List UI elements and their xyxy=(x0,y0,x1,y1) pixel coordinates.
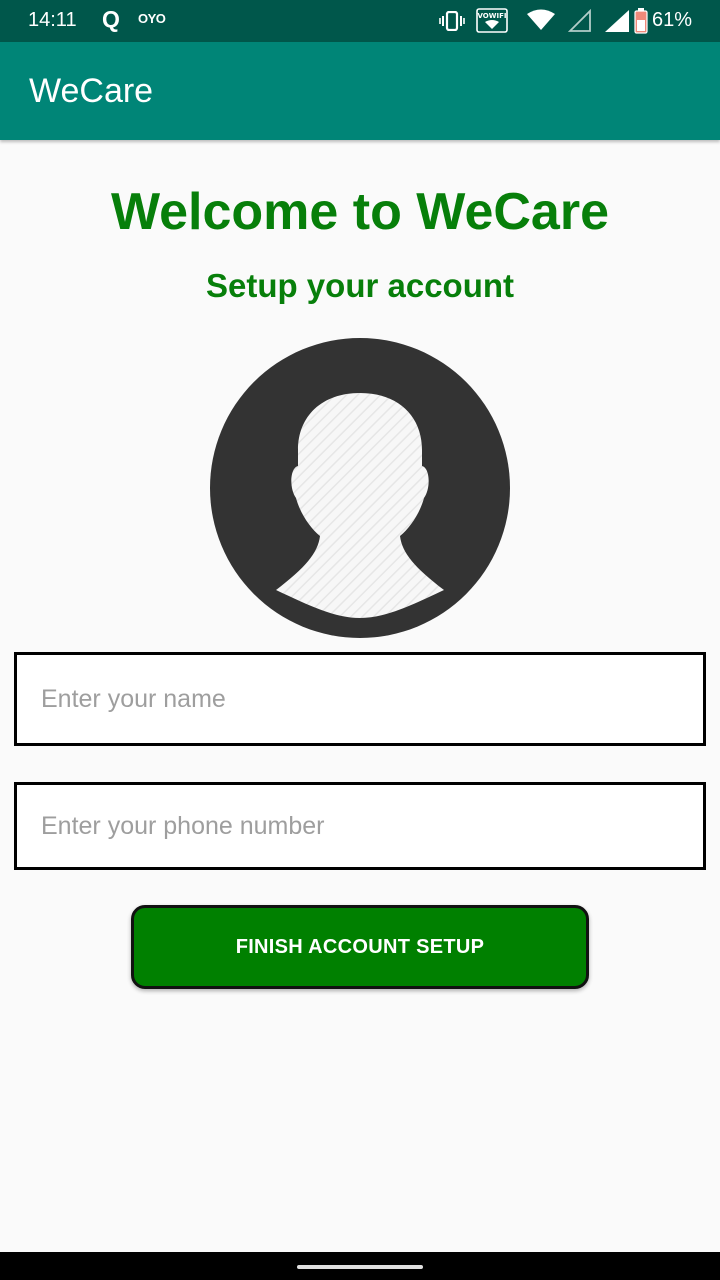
signal-empty-icon xyxy=(568,9,591,32)
oyo-icon: OYO xyxy=(138,11,166,26)
profile-placeholder-icon[interactable] xyxy=(210,338,510,638)
wifi-icon xyxy=(527,9,555,30)
home-gesture-handle[interactable] xyxy=(297,1265,423,1269)
vowifi-label: VOWIFI xyxy=(478,12,507,20)
app-title: WeCare xyxy=(29,72,154,110)
app-bar: WeCare xyxy=(0,42,720,140)
q-icon: Q xyxy=(102,6,120,32)
phone-field[interactable] xyxy=(14,782,706,870)
vowifi-icon: VOWIFI xyxy=(476,8,508,33)
status-bar: 14:11 Q OYO VOWIFI 61% xyxy=(0,0,720,42)
signal-full-icon xyxy=(605,10,629,32)
vibrate-icon xyxy=(439,11,465,31)
status-time: 14:11 xyxy=(28,9,77,31)
phone-input[interactable] xyxy=(17,785,703,867)
battery-percent: 61% xyxy=(651,9,692,31)
setup-subheading: Setup your account xyxy=(205,267,515,304)
welcome-heading: Welcome to WeCare xyxy=(110,183,609,241)
battery-icon xyxy=(634,8,648,34)
finish-account-setup-button[interactable]: FINISH ACCOUNT SETUP xyxy=(131,905,589,989)
navigation-bar xyxy=(0,1252,720,1280)
name-input[interactable] xyxy=(17,655,703,743)
name-field[interactable] xyxy=(14,652,706,746)
